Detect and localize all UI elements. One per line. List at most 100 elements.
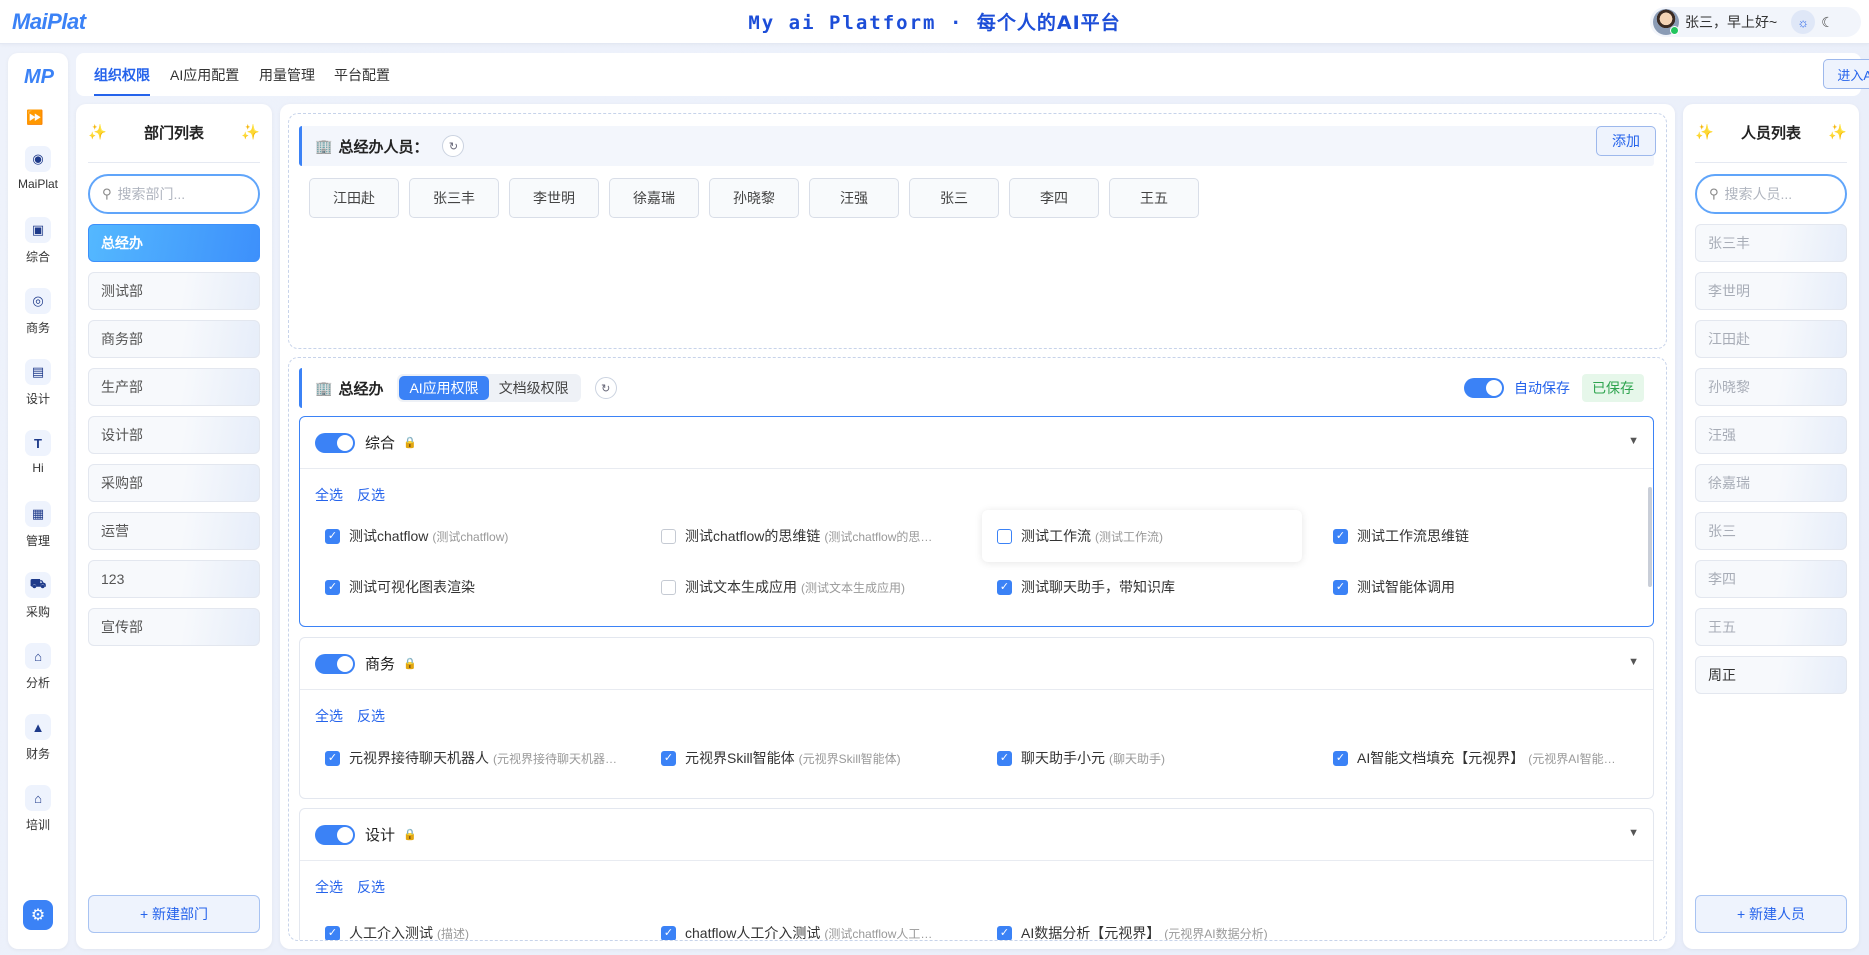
nav-item-hi[interactable]: T Hi <box>8 430 68 475</box>
person-item[interactable]: 李世明 <box>1695 272 1847 310</box>
nav-item-design[interactable]: ▤ 设计 <box>8 359 68 407</box>
checkbox-checked[interactable]: ✓ <box>661 925 676 940</box>
person-item[interactable]: 江田赴 <box>1695 320 1847 358</box>
people-search-input[interactable] <box>1724 186 1825 202</box>
app-option[interactable]: ✓ 测试聊天助手，带知识库 <box>982 561 1302 613</box>
nav-item-training[interactable]: ⌂ 培训 <box>8 785 68 833</box>
chevron-down-icon[interactable]: ▼ <box>1628 656 1639 668</box>
member-chip[interactable]: 王五 <box>1109 178 1199 218</box>
select-all-link[interactable]: 全选 <box>315 708 343 724</box>
app-option[interactable]: ✓ 测试智能体调用 <box>1318 561 1638 613</box>
invert-selection-link[interactable]: 反选 <box>357 879 385 895</box>
person-item[interactable]: 周正 <box>1695 656 1847 694</box>
person-item[interactable]: 孙晓黎 <box>1695 368 1847 406</box>
checkbox-checked[interactable]: ✓ <box>325 579 340 595</box>
checkbox-checked[interactable]: ✓ <box>1333 750 1348 766</box>
nav-item-purchase[interactable]: ⛟ 采购 <box>8 572 68 620</box>
department-item[interactable]: 生产部 <box>88 368 260 406</box>
chevron-down-icon[interactable]: ▼ <box>1628 827 1639 839</box>
checkbox-checked[interactable]: ✓ <box>661 750 676 766</box>
app-option[interactable]: 测试文本生成应用 (测试文本生成应用) <box>646 561 966 613</box>
checkbox-checked[interactable]: ✓ <box>325 750 340 766</box>
person-item[interactable]: 王五 <box>1695 608 1847 646</box>
section-header[interactable]: 设计 🔒 ▼ <box>300 809 1653 861</box>
add-member-button[interactable]: 添加 <box>1596 126 1656 156</box>
auto-save-toggle[interactable] <box>1464 378 1504 398</box>
nav-item-analysis[interactable]: ⌂ 分析 <box>8 643 68 691</box>
nav-item-management[interactable]: ▦ 管理 <box>8 501 68 549</box>
tab-usage[interactable]: 用量管理 <box>259 65 315 85</box>
enter-ai-studio-button[interactable]: 进入AI工作室 <box>1823 59 1869 89</box>
section-toggle[interactable] <box>315 653 355 674</box>
department-item[interactable]: 宣传部 <box>88 608 260 646</box>
app-option[interactable]: 测试chatflow的思维链 (测试chatflow的思… <box>646 510 966 562</box>
checkbox-checked[interactable]: ✓ <box>1333 579 1348 595</box>
chevron-down-icon[interactable]: ▼ <box>1628 435 1639 447</box>
checkbox-unchecked[interactable] <box>997 528 1012 544</box>
member-chip[interactable]: 徐嘉瑞 <box>609 178 699 218</box>
app-option[interactable]: ✓ 测试可视化图表渲染 <box>310 561 630 613</box>
nav-item-general[interactable]: ▣ 综合 <box>8 217 68 265</box>
member-chip[interactable]: 张三丰 <box>409 178 499 218</box>
department-search[interactable]: ⚲ <box>88 174 260 214</box>
person-item[interactable]: 张三丰 <box>1695 224 1847 262</box>
person-item[interactable]: 汪强 <box>1695 416 1847 454</box>
section-header[interactable]: 商务 🔒 ▼ <box>300 638 1653 690</box>
department-item[interactable]: 采购部 <box>88 464 260 502</box>
user-menu[interactable]: 张三，早上好~ ☼ ☾ <box>1650 7 1861 37</box>
section-toggle[interactable] <box>315 824 355 845</box>
department-item[interactable]: 商务部 <box>88 320 260 358</box>
checkbox-checked[interactable]: ✓ <box>997 750 1012 766</box>
moon-icon[interactable]: ☾ <box>1821 14 1834 31</box>
app-option[interactable]: ✓ chatflow人工介入测试 (测试chatflow人工… <box>646 907 966 940</box>
department-search-input[interactable] <box>117 186 228 202</box>
app-option[interactable]: ✓ 聊天助手小元 (聊天助手) <box>982 732 1302 784</box>
sun-icon[interactable]: ☼ <box>1791 10 1816 34</box>
app-option[interactable]: ✓ AI智能文档填充【元视界】 (元视界AI智能… <box>1318 732 1638 784</box>
member-chip[interactable]: 江田赴 <box>309 178 399 218</box>
nav-item-finance[interactable]: ▲ 财务 <box>8 714 68 762</box>
select-all-link[interactable]: 全选 <box>315 487 343 503</box>
nav-item-business[interactable]: ◎ 商务 <box>8 288 68 336</box>
checkbox-checked[interactable]: ✓ <box>997 579 1012 595</box>
invert-selection-link[interactable]: 反选 <box>357 487 385 503</box>
select-all-link[interactable]: 全选 <box>315 879 343 895</box>
people-search[interactable]: ⚲ <box>1695 174 1847 214</box>
department-item[interactable]: 设计部 <box>88 416 260 454</box>
nav-logo[interactable]: MP <box>24 66 54 89</box>
person-item[interactable]: 徐嘉瑞 <box>1695 464 1847 502</box>
department-item[interactable]: 总经办 <box>88 224 260 262</box>
app-option[interactable]: 测试工作流 (测试工作流) <box>982 510 1302 562</box>
tab-org-permissions[interactable]: 组织权限 <box>94 65 150 96</box>
member-chip[interactable]: 汪强 <box>809 178 899 218</box>
department-item[interactable]: 123 <box>88 560 260 598</box>
person-item[interactable]: 张三 <box>1695 512 1847 550</box>
app-option[interactable]: ✓ AI数据分析【元视界】 (元视界AI数据分析) <box>982 907 1302 940</box>
tab-ai-app-config[interactable]: AI应用配置 <box>170 65 239 85</box>
invert-selection-link[interactable]: 反选 <box>357 708 385 724</box>
app-option[interactable]: ✓ 元视界接待聊天机器人 (元视界接待聊天机器… <box>310 732 630 784</box>
gear-icon[interactable]: ⚙ <box>23 900 53 930</box>
scrollbar[interactable] <box>1648 487 1652 587</box>
tab-platform-config[interactable]: 平台配置 <box>334 65 390 85</box>
checkbox-unchecked[interactable] <box>661 579 676 595</box>
tab-ai-app-permissions[interactable]: AI应用权限 <box>399 376 489 400</box>
app-option[interactable]: ✓ 测试chatflow (测试chatflow) <box>310 510 630 562</box>
tab-document-permissions[interactable]: 文档级权限 <box>489 376 579 400</box>
department-item[interactable]: 测试部 <box>88 272 260 310</box>
add-department-button[interactable]: + 新建部门 <box>88 895 260 933</box>
person-item[interactable]: 李四 <box>1695 560 1847 598</box>
member-chip[interactable]: 李世明 <box>509 178 599 218</box>
member-chip[interactable]: 张三 <box>909 178 999 218</box>
nav-item-maiplat[interactable]: ◉ MaiPlat <box>8 146 68 191</box>
checkbox-checked[interactable]: ✓ <box>325 925 340 940</box>
add-person-button[interactable]: + 新建人员 <box>1695 895 1847 933</box>
department-item[interactable]: 运营 <box>88 512 260 550</box>
checkbox-unchecked[interactable] <box>661 528 676 544</box>
checkbox-checked[interactable]: ✓ <box>997 925 1012 940</box>
app-option[interactable]: ✓ 测试工作流思维链 <box>1318 510 1638 562</box>
refresh-icon[interactable]: ↻ <box>442 135 465 157</box>
checkbox-checked[interactable]: ✓ <box>1333 528 1348 544</box>
section-toggle[interactable] <box>315 432 355 453</box>
section-header[interactable]: 综合 🔒 ▼ <box>300 417 1653 469</box>
